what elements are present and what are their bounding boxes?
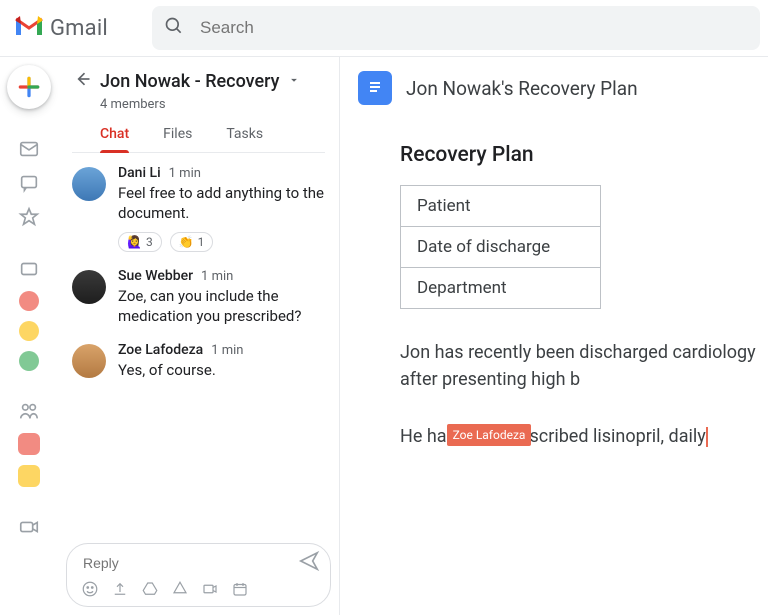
reaction-emoji: 👏 — [179, 235, 194, 249]
docs-attach-icon[interactable] — [171, 580, 189, 602]
message-text: Yes, of course. — [118, 360, 329, 380]
search-bar[interactable] — [152, 6, 760, 50]
table-row: Patient — [401, 186, 601, 227]
message: Zoe Lafodeza 1 min Yes, of course. — [72, 342, 329, 380]
message-list: Dani Li 1 min Feel free to add anything … — [58, 153, 339, 539]
chat-tabs: Chat Files Tasks — [72, 112, 325, 153]
collab-cursor: s been pZoe Lafodeza — [447, 426, 514, 447]
attach-row — [81, 576, 320, 602]
chat-panel: Jon Nowak - Recovery 4 members Chat File… — [58, 57, 340, 615]
people-icon[interactable] — [17, 399, 41, 423]
reaction-emoji: 🙋‍♀️ — [127, 235, 142, 249]
chat-title[interactable]: Jon Nowak - Recovery — [100, 71, 279, 92]
message-sender: Sue Webber — [118, 268, 193, 284]
document-header: Jon Nowak's Recovery Plan — [340, 57, 768, 113]
message-sender: Zoe Lafodeza — [118, 342, 203, 358]
message-time: 1 min — [169, 166, 201, 181]
tab-files[interactable]: Files — [163, 126, 192, 152]
brand: Gmail — [14, 15, 144, 41]
search-icon — [164, 16, 184, 40]
chat-icon[interactable] — [17, 171, 41, 195]
avatar — [72, 270, 106, 304]
chat-header: Jon Nowak - Recovery 4 members Chat File… — [58, 57, 339, 153]
presence-dot[interactable] — [19, 291, 39, 311]
spaces-icon[interactable] — [17, 257, 41, 281]
send-icon[interactable] — [298, 550, 320, 576]
table-cell: Patient — [401, 186, 601, 227]
table-cell: Date of discharge — [401, 227, 601, 268]
document-title: Jon Nowak's Recovery Plan — [406, 77, 638, 100]
room-square[interactable] — [18, 433, 40, 455]
compose-button[interactable] — [7, 65, 51, 109]
table-row: Date of discharge — [401, 227, 601, 268]
text-cursor — [706, 427, 708, 447]
document-table: Patient Date of discharge Department — [400, 185, 601, 309]
collab-name-tag: Zoe Lafodeza — [447, 424, 532, 446]
calendar-icon[interactable] — [231, 580, 249, 602]
message-time: 1 min — [211, 343, 243, 358]
meet-icon[interactable] — [17, 515, 41, 539]
document-paragraph: He has been pZoe Lafodezarescribed lisin… — [400, 423, 768, 450]
table-row: Department — [401, 268, 601, 309]
reaction-chip[interactable]: 👏 1 — [170, 232, 214, 252]
presence-dot[interactable] — [19, 321, 39, 341]
nav-rail — [0, 57, 58, 615]
drive-icon[interactable] — [141, 580, 159, 602]
document-heading: Recovery Plan — [400, 143, 768, 167]
document-panel: Jon Nowak's Recovery Plan Recovery Plan … — [340, 57, 768, 615]
app-header: Gmail — [0, 0, 768, 56]
document-paragraph: Jon has recently been discharged cardiol… — [400, 339, 768, 393]
message: Dani Li 1 min Feel free to add anything … — [72, 165, 329, 252]
document-body[interactable]: Recovery Plan Patient Date of discharge … — [340, 113, 768, 450]
avatar — [72, 167, 106, 201]
message-time: 1 min — [201, 269, 233, 284]
reply-box[interactable] — [66, 543, 331, 607]
reaction-count: 1 — [198, 235, 205, 249]
reaction-chip[interactable]: 🙋‍♀️ 3 — [118, 232, 162, 252]
search-input[interactable] — [198, 17, 748, 39]
presence-dot[interactable] — [19, 351, 39, 371]
chat-subtitle: 4 members — [72, 93, 325, 112]
meet-attach-icon[interactable] — [201, 580, 219, 602]
star-icon[interactable] — [17, 205, 41, 229]
table-cell: Department — [401, 268, 601, 309]
tab-chat[interactable]: Chat — [100, 126, 129, 152]
reply-input[interactable] — [81, 554, 298, 572]
mail-icon[interactable] — [17, 137, 41, 161]
back-arrow-icon[interactable] — [72, 69, 92, 93]
brand-label: Gmail — [50, 16, 108, 41]
message-sender: Dani Li — [118, 165, 161, 181]
message-text: Zoe, can you include the medication you … — [118, 286, 329, 327]
room-square[interactable] — [18, 465, 40, 487]
avatar — [72, 344, 106, 378]
message: Sue Webber 1 min Zoe, can you include th… — [72, 268, 329, 327]
message-text: Feel free to add anything to the documen… — [118, 183, 329, 224]
upload-icon[interactable] — [111, 580, 129, 602]
google-docs-icon — [358, 71, 392, 105]
gmail-logo-icon — [14, 15, 44, 41]
reaction-count: 3 — [146, 235, 153, 249]
tab-tasks[interactable]: Tasks — [226, 126, 263, 152]
chevron-down-icon[interactable] — [287, 72, 301, 91]
emoji-icon[interactable] — [81, 580, 99, 602]
